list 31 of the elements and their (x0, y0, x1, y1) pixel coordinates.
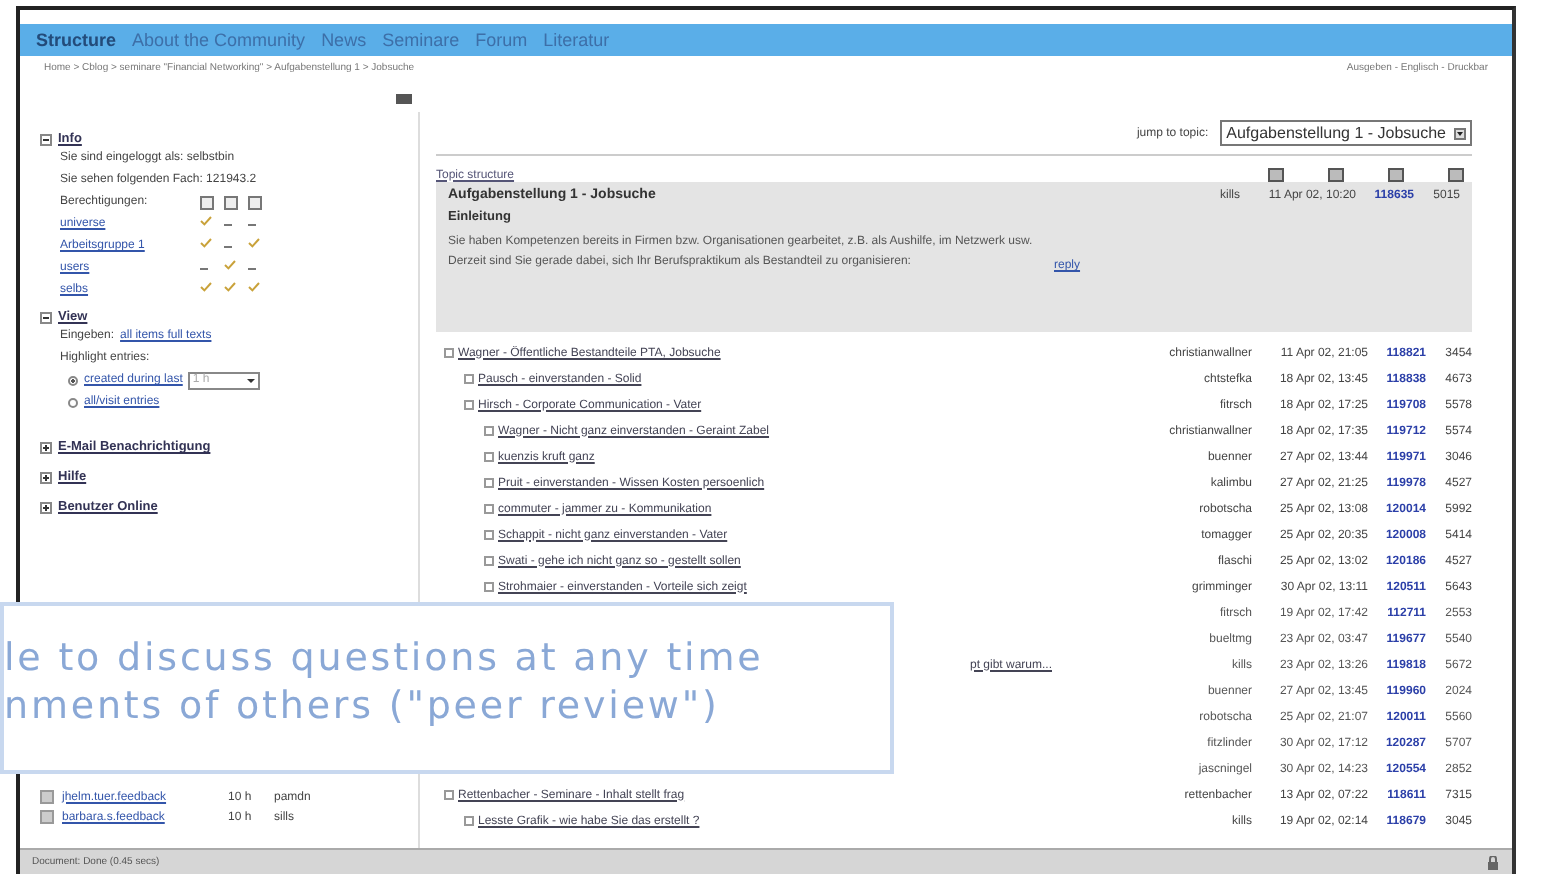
tree-node-icon[interactable] (444, 348, 454, 358)
tree-node-icon[interactable] (464, 816, 474, 826)
caret-icon[interactable] (1454, 127, 1466, 139)
tree-node-icon[interactable] (484, 452, 494, 462)
column-sort-icon[interactable] (1388, 168, 1404, 182)
column-sort-icon[interactable] (1448, 168, 1464, 182)
lock-icon (1486, 855, 1500, 869)
toggle-icon[interactable] (40, 311, 52, 323)
tree-node-icon[interactable] (484, 426, 494, 436)
radio-button[interactable] (68, 375, 78, 385)
column-sort-icon[interactable] (1268, 168, 1284, 182)
nav-link[interactable]: Structure (36, 30, 117, 50)
topic-dropdown[interactable]: Aufgabenstellung 1 - Jobsuche (1220, 120, 1472, 146)
tree-node-icon[interactable] (464, 400, 474, 410)
tree-node-icon[interactable] (484, 478, 494, 488)
tree-node-icon[interactable] (484, 582, 494, 592)
toggle-icon[interactable] (40, 501, 52, 513)
tree-node-icon[interactable] (484, 504, 494, 514)
toggle-icon[interactable] (40, 133, 52, 145)
tree-node-icon[interactable] (444, 790, 454, 800)
radio-button[interactable] (68, 397, 78, 407)
caret-icon[interactable] (246, 375, 257, 385)
caption-text: le to discuss questions at any time (4, 634, 766, 682)
tree-node-icon[interactable] (464, 374, 474, 384)
caption-text: nments of others ("peer review") (4, 682, 722, 730)
collapse-icon[interactable] (396, 93, 412, 103)
tree-node-icon[interactable] (484, 556, 494, 566)
toggle-icon[interactable] (40, 441, 52, 453)
column-sort-icon[interactable] (1328, 168, 1344, 182)
toggle-icon[interactable] (40, 471, 52, 483)
tree-node-icon[interactable] (484, 530, 494, 540)
